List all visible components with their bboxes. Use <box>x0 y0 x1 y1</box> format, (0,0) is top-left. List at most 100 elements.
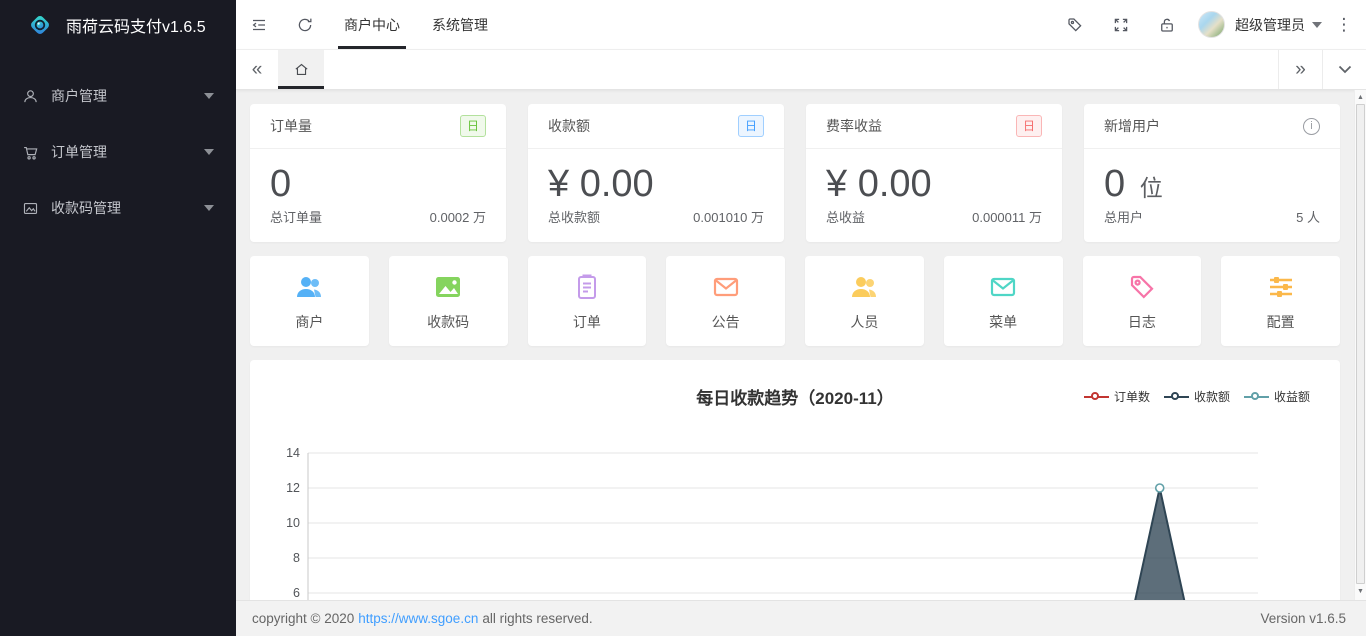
stats-row: 订单量 日 0 总订单量 0.0002 万 收款额 日 ¥ 0.00 <box>250 104 1340 242</box>
tabbar: « » <box>236 50 1366 90</box>
shortcut-label: 菜单 <box>989 312 1017 332</box>
sidebar-collapse-button[interactable] <box>236 0 282 49</box>
shortcut-qrcode[interactable]: 收款码 <box>389 256 508 346</box>
svg-text:12: 12 <box>286 481 300 495</box>
home-icon <box>293 61 310 78</box>
stat-card-fee-profit: 费率收益 日 ¥ 0.00 总收益 0.000011 万 <box>806 104 1062 242</box>
shortcut-label: 订单 <box>573 312 601 332</box>
chart-legend: 订单数 收款额 收益额 <box>1084 388 1310 405</box>
stat-foot-label: 总订单量 <box>270 207 322 226</box>
svg-text:10: 10 <box>286 516 300 530</box>
legend-label: 订单数 <box>1114 388 1150 405</box>
topnav-label: 系统管理 <box>432 15 488 35</box>
shortcut-label: 配置 <box>1267 312 1295 332</box>
shortcut-merchants[interactable]: 商户 <box>250 256 369 346</box>
scroll-up-arrow-icon[interactable]: ▲ <box>1355 90 1366 104</box>
legend-label: 收益额 <box>1274 388 1310 405</box>
announcement-mail-icon <box>710 271 742 303</box>
shortcut-announcements[interactable]: 公告 <box>666 256 785 346</box>
legend-label: 收款额 <box>1194 388 1230 405</box>
sidebar-collapse-icon <box>250 16 268 34</box>
app-title: 雨荷云码支付v1.6.5 <box>66 13 206 37</box>
shortcuts-row: 商户 收款码 订单 <box>250 256 1340 346</box>
tag-icon <box>1066 16 1084 34</box>
stat-value: 0 位 <box>1084 149 1340 207</box>
info-icon[interactable]: i <box>1303 118 1320 135</box>
stat-value: ¥ 0.00 <box>806 149 1062 207</box>
chevron-down-icon <box>1338 65 1352 74</box>
shortcut-staff[interactable]: 人员 <box>805 256 924 346</box>
chevron-down-icon <box>204 205 214 211</box>
user-name: 超级管理员 <box>1235 15 1305 35</box>
tabs-scroll-right-button[interactable]: » <box>1278 50 1322 89</box>
topnav-merchant-center[interactable]: 商户中心 <box>328 0 416 49</box>
trend-line-chart: 14121086 <box>260 447 1322 600</box>
shortcut-label: 人员 <box>850 312 878 332</box>
scroll-down-arrow-icon[interactable]: ▼ <box>1355 584 1366 598</box>
chart-plot-area: 14121086 <box>260 447 1322 600</box>
shortcut-label: 收款码 <box>427 312 469 332</box>
user-menu[interactable]: 超级管理员 <box>1235 0 1322 49</box>
footer: copyright © 2020 https://www.sgoe.cn all… <box>236 600 1366 636</box>
stat-card-orders: 订单量 日 0 总订单量 0.0002 万 <box>250 104 506 242</box>
daily-badge: 日 <box>738 115 764 137</box>
shortcut-config[interactable]: 配置 <box>1221 256 1340 346</box>
copyright-text: copyright © 2020 <box>252 611 354 626</box>
stat-value-number: 0 <box>1104 163 1125 205</box>
chevron-down-icon <box>204 149 214 155</box>
image-icon <box>22 200 39 217</box>
cart-icon <box>22 144 39 161</box>
legend-item-orders[interactable]: 订单数 <box>1084 388 1150 405</box>
main-column: 商户中心 系统管理 <box>236 0 1366 636</box>
merchants-users-icon <box>293 271 325 303</box>
sidebar: 雨荷云码支付v1.6.5 商户管理 订单管理 收款码 <box>0 0 236 636</box>
sidebar-item-qrcode-management[interactable]: 收款码管理 <box>0 180 236 236</box>
chevron-down-icon <box>204 93 214 99</box>
topnav-system-management[interactable]: 系统管理 <box>416 0 504 49</box>
tabs-scroll-left-button[interactable]: « <box>236 50 278 89</box>
stat-foot-value: 0.0002 万 <box>430 207 486 226</box>
stat-value: 0 <box>250 149 506 207</box>
stat-value: ¥ 0.00 <box>528 149 784 207</box>
fullscreen-button[interactable] <box>1098 0 1144 49</box>
user-avatar[interactable] <box>1198 11 1225 38</box>
stat-foot-label: 总用户 <box>1104 207 1143 226</box>
topbar: 商户中心 系统管理 <box>236 0 1366 50</box>
refresh-icon <box>296 16 314 34</box>
sidebar-item-merchant-management[interactable]: 商户管理 <box>0 68 236 124</box>
sidebar-item-label: 商户管理 <box>51 86 107 106</box>
more-options-button[interactable]: ⋮ <box>1322 0 1366 49</box>
sidebar-item-label: 订单管理 <box>51 142 107 162</box>
tag-button[interactable] <box>1052 0 1098 49</box>
shortcut-menus[interactable]: 菜单 <box>944 256 1063 346</box>
stat-foot-value: 5 人 <box>1296 207 1320 226</box>
stat-card-income: 收款额 日 ¥ 0.00 总收款额 0.001010 万 <box>528 104 784 242</box>
shortcut-logs[interactable]: 日志 <box>1083 256 1202 346</box>
legend-item-profit[interactable]: 收益额 <box>1244 388 1310 405</box>
stat-foot-label: 总收款额 <box>548 207 600 226</box>
shortcut-label: 日志 <box>1128 312 1156 332</box>
stat-title: 新增用户 <box>1104 116 1160 136</box>
lock-screen-button[interactable] <box>1144 0 1190 49</box>
chevron-down-icon <box>1312 22 1322 28</box>
scrollbar-thumb[interactable] <box>1356 104 1365 584</box>
log-tag-icon <box>1126 271 1158 303</box>
shortcut-label: 公告 <box>712 312 740 332</box>
stat-value-suffix: 位 <box>1140 175 1163 201</box>
legend-item-income[interactable]: 收款额 <box>1164 388 1230 405</box>
shortcut-orders[interactable]: 订单 <box>528 256 647 346</box>
refresh-button[interactable] <box>282 0 328 49</box>
stat-foot-value: 0.001010 万 <box>693 207 764 226</box>
tabs-menu-button[interactable] <box>1322 50 1366 89</box>
stat-title: 费率收益 <box>826 116 882 136</box>
vertical-scrollbar[interactable]: ▲ ▼ <box>1354 90 1366 600</box>
footer-link[interactable]: https://www.sgoe.cn <box>358 611 478 626</box>
legend-marker-icon <box>1084 392 1109 402</box>
svg-text:6: 6 <box>293 586 300 600</box>
stat-foot-value: 0.000011 万 <box>972 207 1042 226</box>
sidebar-menu: 商户管理 订单管理 收款码管理 <box>0 50 236 236</box>
unlock-icon <box>1158 16 1176 34</box>
stat-card-new-users: 新增用户 i 0 位 总用户 5 人 <box>1084 104 1340 242</box>
sidebar-item-order-management[interactable]: 订单管理 <box>0 124 236 180</box>
tab-home[interactable] <box>278 50 324 89</box>
